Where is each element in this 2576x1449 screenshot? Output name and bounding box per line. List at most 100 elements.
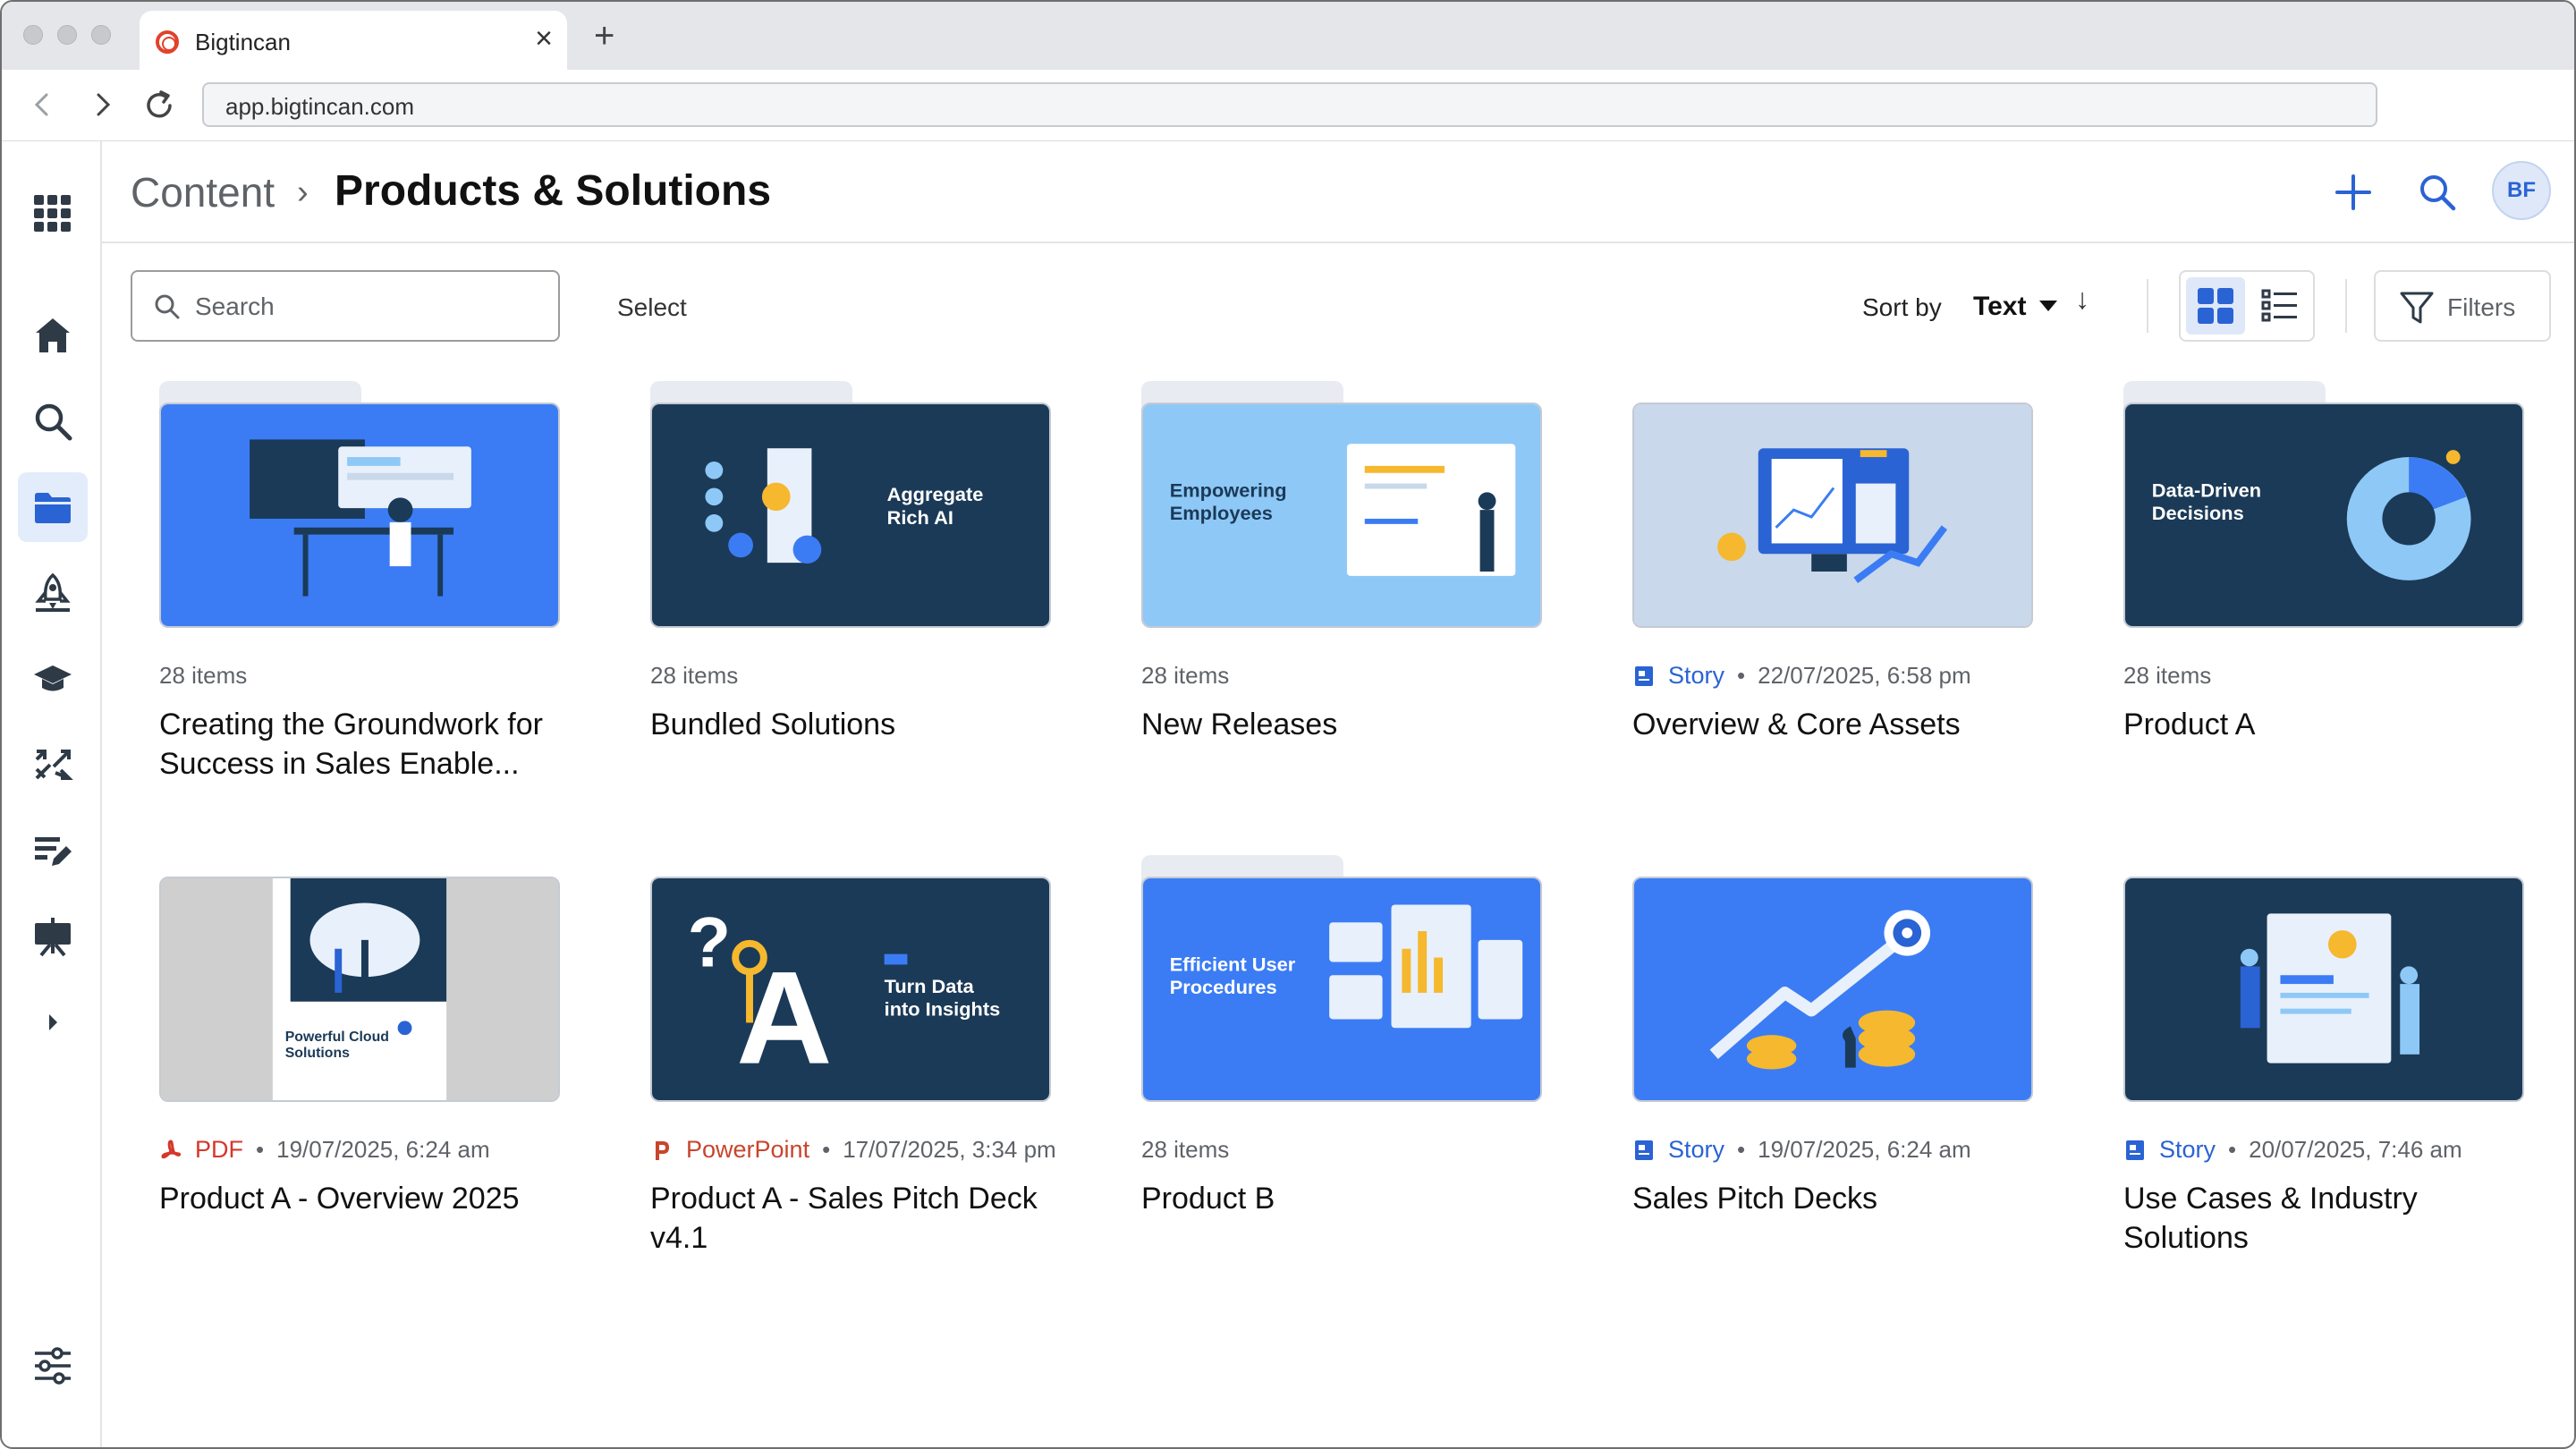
content-type: Story	[1668, 662, 1725, 689]
card-thumbnail[interactable]: Data-Driven Decisions	[2123, 402, 2524, 628]
card-title[interactable]: Product A - Sales Pitch Deck v4.1	[650, 1179, 1071, 1258]
nav-launch[interactable]	[18, 558, 88, 628]
filter-funnel-icon	[2400, 292, 2434, 324]
nav-forms[interactable]	[18, 816, 88, 886]
card-thumbnail[interactable]	[2123, 877, 2524, 1102]
nav-expand[interactable]	[18, 987, 88, 1057]
window-maximize-dot[interactable]	[91, 25, 111, 45]
nav-home[interactable]	[18, 301, 88, 370]
card-meta: 28 items	[1141, 662, 1606, 690]
sort-direction-button[interactable]: ↓	[2075, 283, 2089, 316]
sort-by-label: Sort by	[1862, 293, 1942, 321]
url-text: app.bigtincan.com	[225, 93, 415, 120]
card-meta: Story • 19/07/2025, 6:24 am	[1632, 1136, 2097, 1164]
card-thumbnail[interactable]: Empowering Employees	[1141, 402, 1542, 628]
card-title[interactable]: New Releases	[1141, 705, 1562, 744]
card-thumbnail[interactable]	[159, 402, 560, 628]
card-title[interactable]: Product B	[1141, 1179, 1562, 1218]
thumb-caption: Empowering Employees	[1170, 479, 1287, 523]
presentation-icon	[35, 918, 71, 957]
tab-close-icon[interactable]: ×	[535, 23, 553, 54]
meta-separator: •	[2228, 1136, 2237, 1163]
nav-search[interactable]	[18, 386, 88, 456]
search-input[interactable]	[195, 284, 535, 329]
search-icon	[2420, 175, 2456, 211]
back-icon[interactable]	[29, 91, 55, 118]
growth-illustration	[1634, 878, 2031, 1100]
card-meta: PowerPoint • 17/07/2025, 3:34 pm	[650, 1136, 1115, 1164]
card-meta: 28 items	[650, 662, 1115, 690]
sort-by-dropdown[interactable]: Text	[1973, 292, 2026, 322]
window-close-dot[interactable]	[23, 25, 43, 45]
nav-presentations[interactable]	[18, 902, 88, 971]
new-tab-button[interactable]: +	[594, 18, 614, 54]
card-thumbnail[interactable]	[1632, 877, 2033, 1102]
card-title[interactable]: Bundled Solutions	[650, 705, 1071, 744]
card-meta: 28 items	[1141, 1136, 1606, 1164]
nav-shuffle[interactable]	[18, 730, 88, 800]
grid-view-button[interactable]	[2186, 277, 2245, 335]
content-date: 19/07/2025, 6:24 am	[276, 1136, 490, 1163]
card-thumbnail[interactable]: Efficient User Procedures	[1141, 877, 1542, 1102]
card-meta: 28 items	[2123, 662, 2574, 690]
card-title[interactable]: Creating the Groundwork for Success in S…	[159, 705, 580, 784]
card-title[interactable]: Use Cases & Industry Solutions	[2123, 1179, 2544, 1258]
view-toggle	[2179, 270, 2315, 342]
caret-down-icon[interactable]	[2039, 301, 2057, 311]
card-thumbnail[interactable]: A ? Turn Data into Insights	[650, 877, 1051, 1102]
browser-window: Bigtincan × + app.bigtincan.com Content …	[0, 0, 2576, 1449]
content-date: 19/07/2025, 6:24 am	[1758, 1136, 1971, 1163]
story-icon	[2126, 1140, 2144, 1160]
breadcrumb-separator: ›	[297, 174, 309, 211]
list-view-icon	[2261, 289, 2297, 322]
pdf-icon	[161, 1139, 182, 1158]
meta-separator: •	[256, 1136, 265, 1163]
search-icon	[35, 403, 72, 441]
browser-address-bar: app.bigtincan.com	[2, 70, 2574, 141]
window-minimize-dot[interactable]	[57, 25, 77, 45]
content-date: 22/07/2025, 6:58 pm	[1758, 662, 1971, 689]
apps-grid-button[interactable]	[18, 179, 88, 249]
rocket-icon	[35, 572, 71, 612]
powerpoint-icon	[656, 1140, 669, 1160]
card-title[interactable]: Sales Pitch Decks	[1632, 1179, 2053, 1218]
card-title[interactable]: Product A	[2123, 705, 2544, 744]
meta-separator: •	[1737, 1136, 1746, 1163]
list-view-button[interactable]	[2250, 277, 2309, 335]
content-type: Story	[1668, 1136, 1725, 1163]
insights-illustration: A ? Turn Data into Insights	[652, 878, 1049, 1100]
story-icon	[1635, 665, 1653, 686]
content-type: PDF	[195, 1136, 243, 1163]
search-field[interactable]	[131, 270, 560, 342]
nav-content[interactable]	[18, 472, 88, 542]
decisions-illustration: Data-Driven Decisions	[2125, 404, 2522, 626]
card-thumbnail[interactable]: Powerful Cloud Solutions	[159, 877, 560, 1102]
card-thumbnail[interactable]: Aggregate Rich AI	[650, 402, 1051, 628]
ai-illustration: Aggregate Rich AI	[652, 404, 1049, 626]
header-search-button[interactable]	[2413, 168, 2462, 216]
browser-tab[interactable]: Bigtincan ×	[140, 11, 567, 70]
url-field[interactable]: app.bigtincan.com	[202, 82, 2377, 127]
card-thumbnail[interactable]	[1632, 402, 2033, 628]
forward-icon[interactable]	[89, 91, 116, 118]
breadcrumb-content[interactable]: Content	[131, 168, 275, 216]
toolbar-divider	[2147, 279, 2148, 333]
item-count: 28 items	[2123, 662, 2212, 689]
card-title[interactable]: Overview & Core Assets	[1632, 705, 2053, 744]
reload-icon[interactable]	[141, 88, 177, 123]
filters-button[interactable]: Filters	[2374, 270, 2551, 342]
card-title[interactable]: Product A - Overview 2025	[159, 1179, 580, 1218]
apps-grid-icon	[34, 195, 71, 232]
page-header: Content › Products & Solutions BF	[102, 141, 2574, 243]
select-button[interactable]: Select	[617, 293, 687, 322]
user-avatar[interactable]: BF	[2492, 161, 2551, 220]
card-meta: PDF • 19/07/2025, 6:24 am	[159, 1136, 624, 1164]
thumb-caption: Efficient User Procedures	[1170, 953, 1296, 997]
nav-settings[interactable]	[18, 1331, 88, 1401]
employees-illustration: Empowering Employees	[1143, 404, 1540, 626]
cloud-document-illustration: Powerful Cloud Solutions	[161, 878, 558, 1100]
add-button[interactable]	[2329, 168, 2377, 216]
card-meta: 28 items	[159, 662, 624, 690]
tab-title: Bigtincan	[195, 29, 291, 55]
nav-learning[interactable]	[18, 644, 88, 714]
